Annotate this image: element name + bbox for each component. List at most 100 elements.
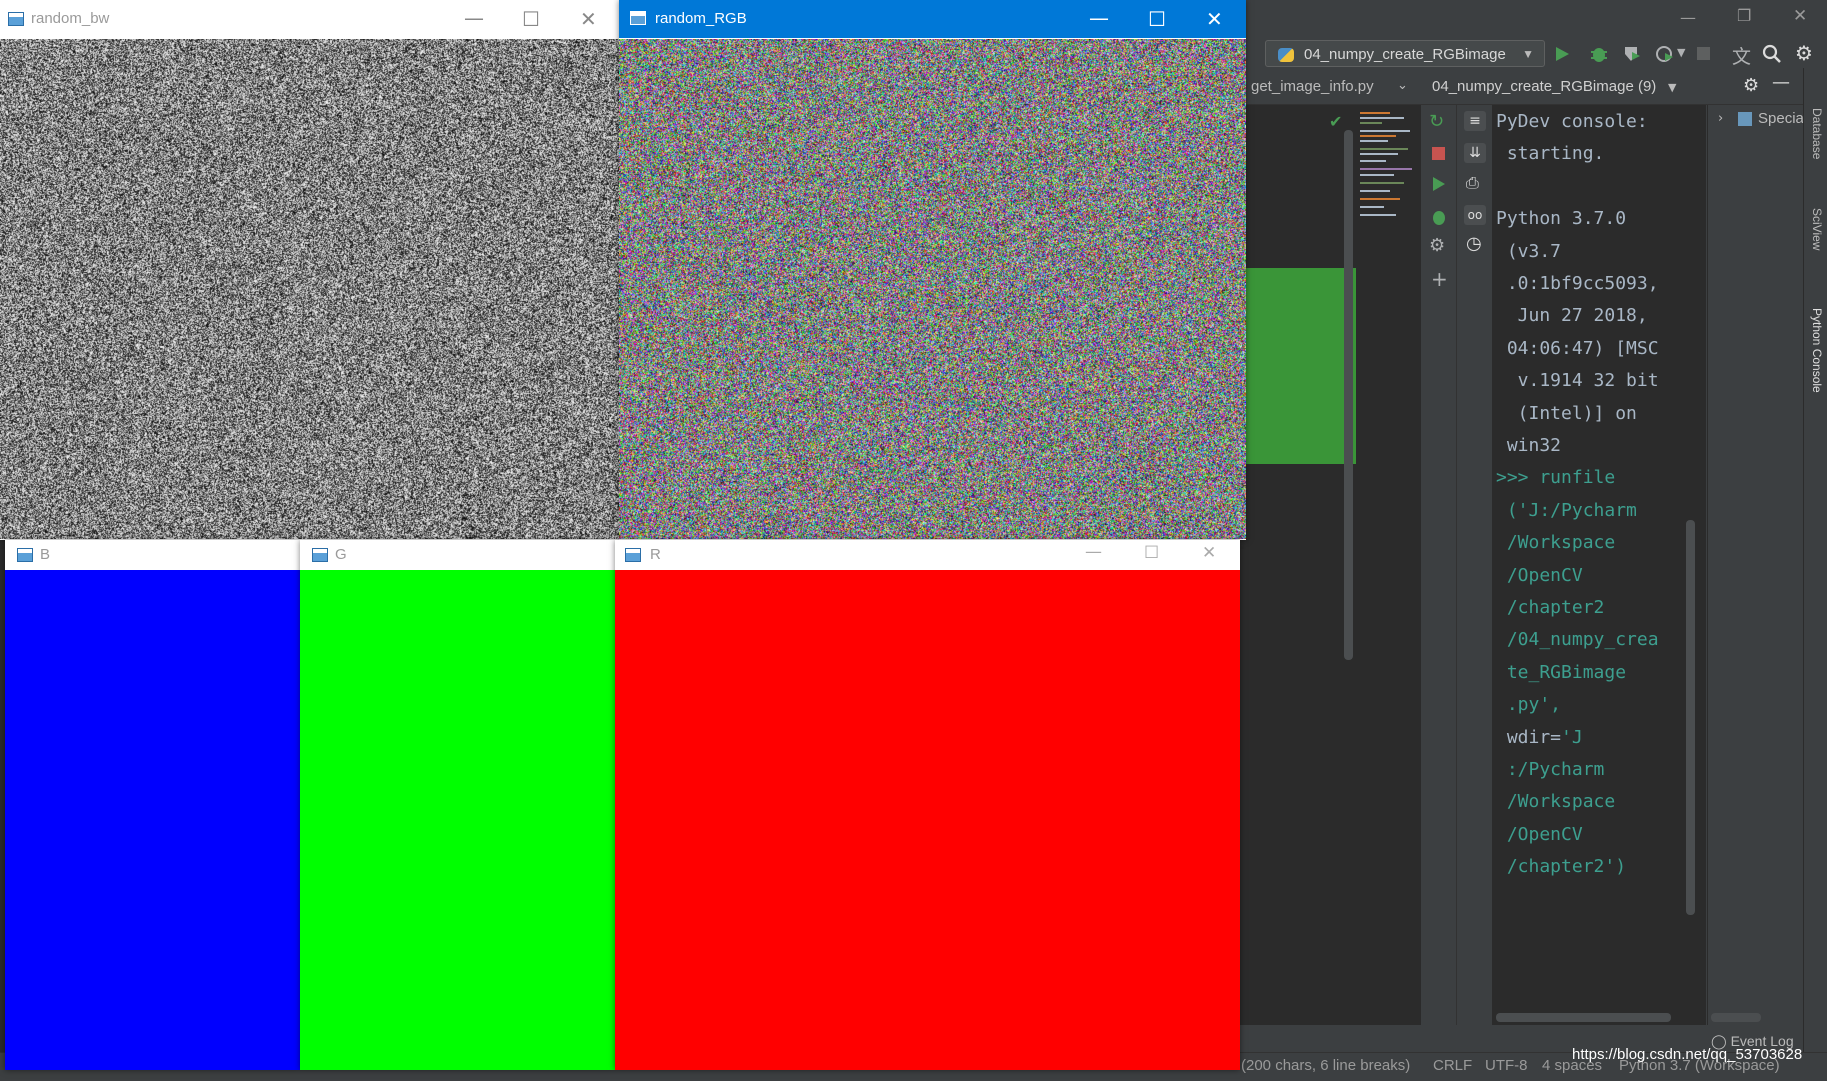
scroll-to-end-icon[interactable]: ⇊ xyxy=(1464,143,1486,163)
special-vars-icon xyxy=(1738,112,1752,126)
console-tab-chevron-icon[interactable]: ▼ xyxy=(1668,81,1676,94)
tab-console[interactable]: 04_numpy_create_RGBimage (9) xyxy=(1432,78,1656,95)
window-g: G xyxy=(300,540,615,1070)
console-line: Jun 27 2018, xyxy=(1496,300,1648,332)
r-title: R xyxy=(650,546,661,563)
console-line: /chapter2 xyxy=(1496,592,1604,624)
console-line: 04:06:47) [MSC xyxy=(1496,333,1659,365)
run-configuration-select[interactable]: 04_numpy_create_RGBimage ▼ xyxy=(1265,40,1545,67)
database-tool-tab[interactable]: Database xyxy=(1810,108,1824,159)
coverage-icon[interactable] xyxy=(1622,44,1642,64)
console-line: /Workspace xyxy=(1496,527,1615,559)
console-line: ('J:/Pycharm xyxy=(1496,495,1637,527)
run-icon[interactable] xyxy=(1553,45,1571,63)
random-bw-title: random_bw xyxy=(31,10,109,27)
random-rgb-minimize-button[interactable]: — xyxy=(1089,8,1109,28)
new-console-icon[interactable]: + xyxy=(1431,267,1448,291)
r-titlebar[interactable]: R — ☐ ✕ xyxy=(615,540,1240,570)
console-line: /Workspace xyxy=(1496,786,1615,818)
console-line: /OpenCV xyxy=(1496,560,1583,592)
random-rgb-image xyxy=(619,39,1246,539)
settings-gear-icon[interactable]: ⚙ xyxy=(1795,41,1813,65)
sciview-tool-tab[interactable]: SciView xyxy=(1810,208,1824,250)
b-titlebar[interactable]: B xyxy=(5,540,300,570)
r-minimize-button[interactable]: — xyxy=(1085,544,1102,561)
console-line: (v3.7 xyxy=(1496,236,1561,268)
tab-list-chevron-icon[interactable]: ⌄ xyxy=(1397,78,1408,93)
profile-icon[interactable] xyxy=(1655,44,1675,64)
random-rgb-close-button[interactable]: ✕ xyxy=(1206,9,1223,29)
ide-close-button[interactable]: ✕ xyxy=(1793,6,1807,26)
execute-icon[interactable] xyxy=(1430,175,1448,193)
console-line: te_RGBimage xyxy=(1496,657,1626,689)
console-line: >>> runfile xyxy=(1496,462,1615,494)
random-rgb-titlebar[interactable]: random_RGB — ☐ ✕ xyxy=(619,0,1246,38)
window-random-bw: random_bw — ☐ ✕ xyxy=(0,0,619,540)
r-maximize-button[interactable]: ☐ xyxy=(1144,545,1159,562)
console-line: v.1914 32 bit xyxy=(1496,365,1659,397)
r-channel-image xyxy=(615,570,1240,1070)
console-settings-gear-icon[interactable]: ⚙ xyxy=(1429,235,1445,256)
random-bw-maximize-button[interactable]: ☐ xyxy=(522,9,540,29)
variables-pane: › Specia xyxy=(1707,105,1804,1025)
window-icon xyxy=(630,11,646,25)
console-line: /OpenCV xyxy=(1496,819,1583,851)
console-horizontal-scrollbar[interactable] xyxy=(1496,1013,1671,1022)
rerun-icon[interactable]: ↻ xyxy=(1429,111,1444,132)
search-icon[interactable] xyxy=(1762,44,1782,64)
more-run-chevron-icon[interactable]: ▼ xyxy=(1677,46,1685,59)
tab-get-image-info[interactable]: get_image_info.py xyxy=(1251,78,1374,95)
random-bw-minimize-button[interactable]: — xyxy=(464,8,484,28)
b-channel-image xyxy=(5,570,300,1070)
right-tool-strip: Database SciView Python Console xyxy=(1803,68,1827,1080)
g-title: G xyxy=(335,546,347,563)
random-bw-image xyxy=(0,39,619,539)
code-minimap xyxy=(1356,108,1420,258)
g-channel-image xyxy=(300,570,615,1070)
watermark-text: https://blog.csdn.net/qq_53703628 xyxy=(1572,1046,1802,1063)
random-bw-titlebar[interactable]: random_bw — ☐ ✕ xyxy=(0,0,619,38)
ide-title-area: — ❐ ✕ xyxy=(1240,0,1827,40)
debug-console-icon[interactable] xyxy=(1429,207,1449,227)
random-rgb-maximize-button[interactable]: ☐ xyxy=(1148,9,1166,29)
console-settings-icon[interactable]: ⚙ xyxy=(1743,75,1759,96)
b-title: B xyxy=(40,546,50,563)
r-close-button[interactable]: ✕ xyxy=(1202,545,1216,562)
console-line: wdir='J xyxy=(1496,722,1583,754)
inspection-ok-icon: ✔ xyxy=(1329,112,1342,131)
console-line: win32 xyxy=(1496,430,1561,462)
ide-minimize-button[interactable]: — xyxy=(1680,8,1696,27)
random-rgb-title: random_RGB xyxy=(655,10,747,27)
status-selection: (200 chars, 6 line breaks) xyxy=(1241,1057,1410,1074)
soft-wrap-icon[interactable]: ≡ xyxy=(1464,111,1486,131)
print-icon[interactable]: ⎙ xyxy=(1466,173,1479,193)
console-line: /chapter2') xyxy=(1496,851,1626,883)
editor-scrollbar[interactable] xyxy=(1344,130,1353,660)
highlighted-code-block xyxy=(1240,268,1356,464)
status-encoding[interactable]: UTF-8 xyxy=(1485,1057,1528,1074)
console-action-gutter: ↻ ⚙ + xyxy=(1420,105,1457,1025)
console-line: starting. xyxy=(1496,138,1604,170)
random-bw-close-button[interactable]: ✕ xyxy=(580,9,597,29)
history-clock-icon[interactable]: ◷ xyxy=(1466,233,1482,254)
expand-chevron-icon[interactable]: › xyxy=(1718,111,1723,126)
stop-console-icon[interactable] xyxy=(1432,147,1445,160)
debug-icon[interactable] xyxy=(1589,44,1609,64)
translate-icon[interactable]: 文 xyxy=(1732,42,1751,69)
show-variables-icon[interactable]: oo xyxy=(1464,205,1486,225)
hide-panel-icon[interactable]: — xyxy=(1772,72,1790,93)
window-r: R — ☐ ✕ xyxy=(615,540,1240,1070)
window-random-rgb: random_RGB — ☐ ✕ xyxy=(619,0,1246,540)
ide-restore-button[interactable]: ❐ xyxy=(1737,6,1751,25)
console-line: :/Pycharm xyxy=(1496,754,1604,786)
window-icon xyxy=(625,548,641,562)
console-scrollbar[interactable] xyxy=(1686,520,1695,915)
console-line: .0:1bf9cc5093, xyxy=(1496,268,1659,300)
stop-icon[interactable] xyxy=(1697,47,1710,60)
python-icon xyxy=(1278,48,1294,62)
g-titlebar[interactable]: G xyxy=(300,540,615,570)
variables-scrollbar[interactable] xyxy=(1711,1013,1761,1022)
status-line-separator[interactable]: CRLF xyxy=(1433,1057,1472,1074)
python-console-tool-tab[interactable]: Python Console xyxy=(1810,308,1824,393)
window-icon xyxy=(8,12,24,26)
